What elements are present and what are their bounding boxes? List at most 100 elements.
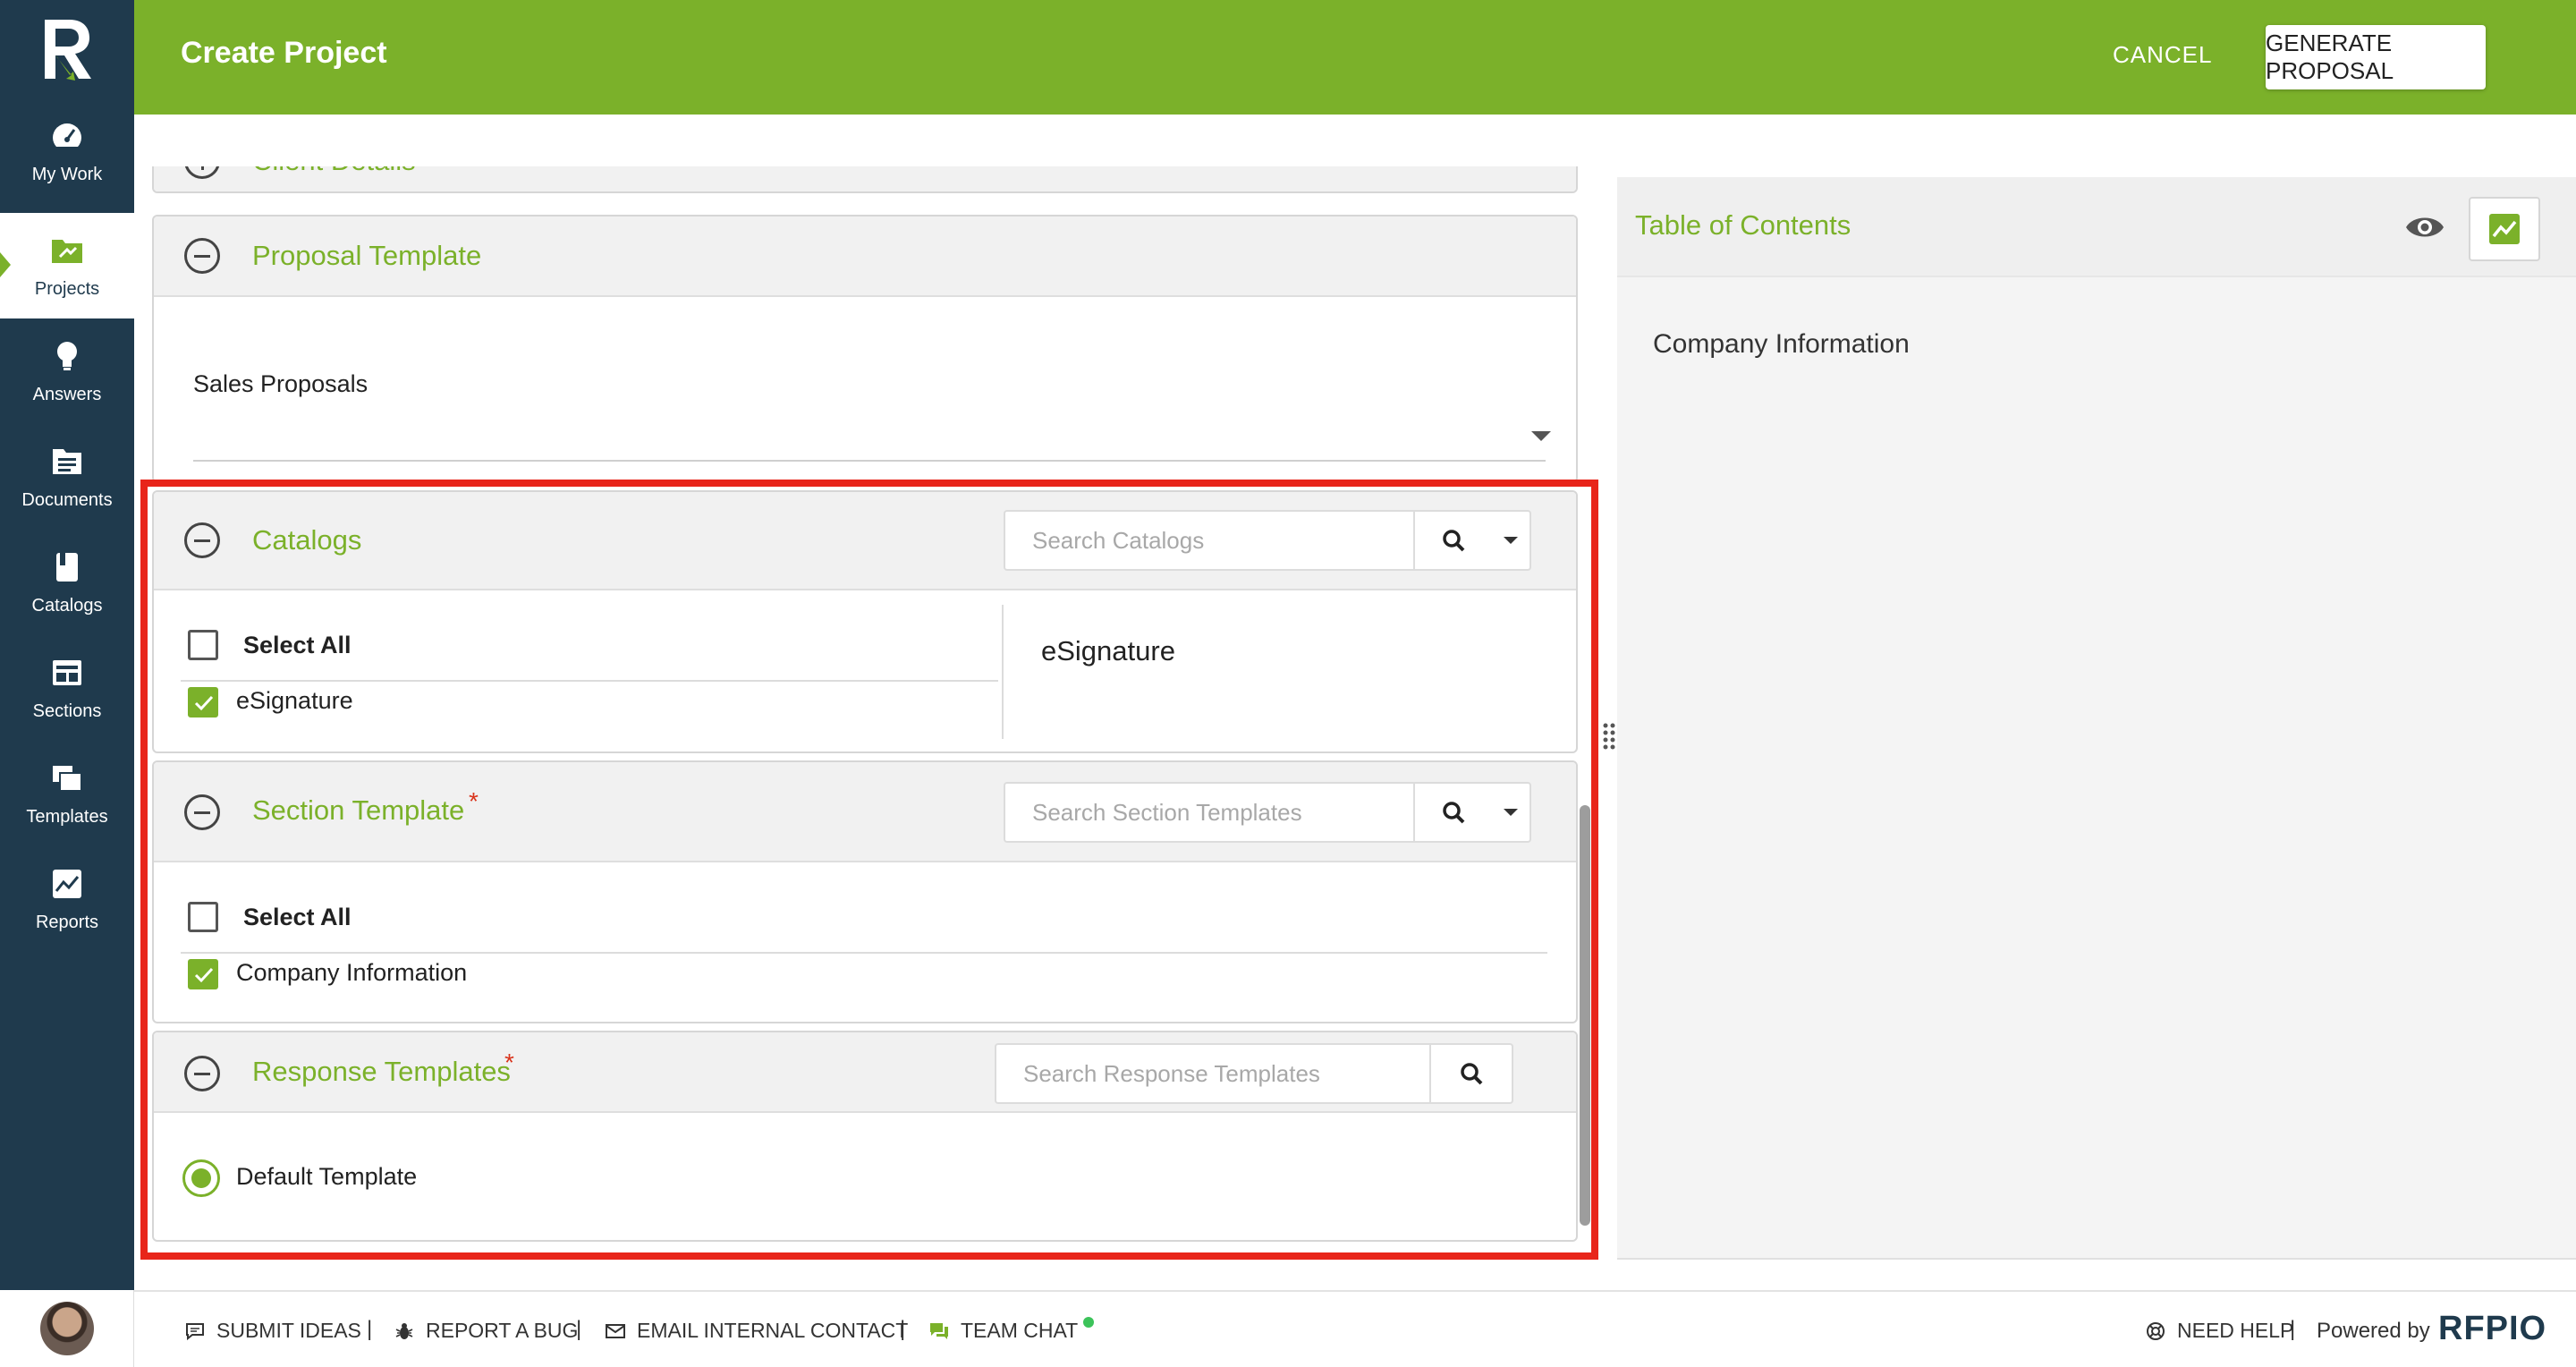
sidebar-item-templates[interactable]: Templates	[0, 741, 134, 846]
footer-separator: |	[2290, 1317, 2296, 1341]
toc-item[interactable]: Company Information	[1653, 329, 1910, 360]
powered-by-label: Powered by	[2317, 1319, 2430, 1343]
comment-icon	[186, 1322, 204, 1340]
email-internal-contact-link[interactable]: EMAIL INTERNAL CONTACT	[605, 1319, 908, 1343]
search-options-dropdown[interactable]	[1492, 512, 1530, 569]
response-template-label: Default Template	[236, 1163, 418, 1190]
column-divider	[1002, 605, 1004, 739]
lightbulb-icon	[57, 341, 77, 370]
page-title: Create Project	[181, 36, 387, 70]
need-help-label: NEED HELP	[2177, 1319, 2294, 1342]
catalog-item-label: eSignature	[236, 687, 353, 714]
documents-icon	[53, 448, 81, 474]
search-icon	[1443, 530, 1465, 552]
divider	[181, 952, 1547, 954]
scrollbar[interactable]	[1580, 805, 1590, 1226]
toc-chart-button[interactable]	[2469, 197, 2540, 261]
collapse-icon[interactable]	[184, 1056, 220, 1091]
online-status-dot	[1083, 1316, 1095, 1328]
collapse-icon[interactable]	[184, 238, 220, 274]
submit-ideas-label: SUBMIT IDEAS	[216, 1319, 361, 1342]
bug-icon	[395, 1322, 413, 1339]
need-help-link[interactable]: NEED HELP	[2145, 1319, 2293, 1343]
sections-icon	[53, 659, 81, 685]
divider	[181, 680, 998, 682]
sidebar-item-reports[interactable]: Reports	[0, 846, 134, 952]
sidebar-item-label: Projects	[34, 278, 100, 299]
eye-icon[interactable]	[2404, 211, 2445, 243]
chevron-down-icon[interactable]	[1531, 431, 1551, 441]
footer-separator: |	[900, 1317, 906, 1341]
sidebar-item-my-work[interactable]: My Work	[0, 98, 134, 204]
response-templates-card: Response Templates * Default Template	[152, 1031, 1578, 1242]
report-bug-link[interactable]: REPORT A BUG	[394, 1319, 578, 1343]
section-templates-search	[1004, 782, 1531, 843]
cancel-button[interactable]: CANCEL	[2113, 41, 2212, 69]
section-checkbox-company-information[interactable]	[188, 959, 218, 989]
catalogs-search	[1004, 510, 1531, 571]
search-options-dropdown[interactable]	[1492, 784, 1530, 841]
search-button[interactable]	[1413, 512, 1492, 569]
footer-separator: |	[367, 1317, 373, 1341]
team-chat-label: TEAM CHAT	[961, 1319, 1079, 1342]
chart-icon	[53, 869, 81, 898]
search-button[interactable]	[1429, 1045, 1512, 1102]
sidebar-item-documents[interactable]: Documents	[0, 424, 134, 530]
required-indicator: *	[469, 787, 479, 815]
submit-ideas-link[interactable]: SUBMIT IDEAS	[184, 1319, 361, 1343]
project-form: Client Details Proposal Template Sales P…	[152, 166, 1578, 1272]
collapse-icon[interactable]	[184, 522, 220, 558]
footer-separator: |	[576, 1317, 582, 1341]
proposal-template-header[interactable]: Proposal Template	[154, 217, 1576, 297]
chat-icon	[930, 1322, 948, 1339]
sidebar-item-label: Answers	[32, 384, 102, 404]
sidebar-item-label: Sections	[32, 700, 102, 721]
check-icon	[194, 695, 214, 711]
generate-proposal-button[interactable]: GENERATE PROPOSAL	[2266, 25, 2486, 89]
collapse-icon[interactable]	[184, 794, 220, 830]
catalogs-card: Catalogs Select All eSignature eSignatur…	[152, 490, 1578, 753]
section-select-all-checkbox[interactable]	[188, 902, 218, 932]
drag-handle-icon[interactable]	[1601, 721, 1617, 751]
caret-down-icon	[1504, 809, 1518, 816]
rfpio-brand-logo[interactable]: RFPIO	[2438, 1310, 2546, 1348]
section-select-all-label: Select All	[243, 904, 352, 930]
response-templates-header[interactable]: Response Templates *	[154, 1032, 1576, 1113]
sidebar-item-answers[interactable]: Answers	[0, 318, 134, 424]
search-icon	[1461, 1063, 1483, 1085]
header-bar: Create Project CANCEL GENERATE PROPOSAL	[134, 0, 2576, 115]
sidebar-item-sections[interactable]: Sections	[0, 635, 134, 741]
section-template-title: Section Template	[252, 794, 465, 826]
select-underline	[193, 460, 1546, 462]
envelope-icon	[606, 1323, 625, 1338]
email-internal-contact-label: EMAIL INTERNAL CONTACT	[637, 1319, 909, 1342]
folder-icon	[52, 239, 82, 263]
catalogs-title: Catalogs	[252, 524, 362, 556]
user-area	[0, 1290, 134, 1367]
required-indicator: *	[504, 1049, 514, 1076]
proposal-template-select[interactable]: Sales Proposals	[193, 370, 368, 398]
catalogs-select-all-checkbox[interactable]	[188, 630, 218, 660]
section-template-header[interactable]: Section Template *	[154, 762, 1576, 862]
response-templates-search-input[interactable]	[996, 1045, 1429, 1102]
section-templates-search-input[interactable]	[1005, 784, 1413, 841]
response-template-radio-default[interactable]	[182, 1159, 220, 1197]
chart-icon	[2489, 214, 2520, 244]
response-templates-search	[995, 1043, 1513, 1104]
rfpio-logo-icon[interactable]	[39, 16, 95, 82]
lifebuoy-icon	[2147, 1321, 2165, 1340]
search-button[interactable]	[1413, 784, 1492, 841]
catalog-preview-title: eSignature	[1041, 635, 1175, 667]
book-icon	[56, 552, 78, 582]
sidebar-item-catalogs[interactable]: Catalogs	[0, 530, 134, 635]
team-chat-link[interactable]: TEAM CHAT	[928, 1316, 1095, 1343]
sidebar-item-projects[interactable]: Projects	[0, 213, 134, 318]
avatar[interactable]	[39, 1302, 94, 1355]
expand-icon[interactable]	[184, 166, 220, 179]
caret-down-icon	[1504, 537, 1518, 544]
proposal-template-card: Proposal Template Sales Proposals	[152, 215, 1578, 483]
catalog-checkbox-esignature[interactable]	[188, 687, 218, 717]
client-details-header[interactable]: Client Details	[154, 166, 1576, 191]
catalogs-search-input[interactable]	[1005, 512, 1413, 569]
catalogs-header[interactable]: Catalogs	[154, 492, 1576, 590]
